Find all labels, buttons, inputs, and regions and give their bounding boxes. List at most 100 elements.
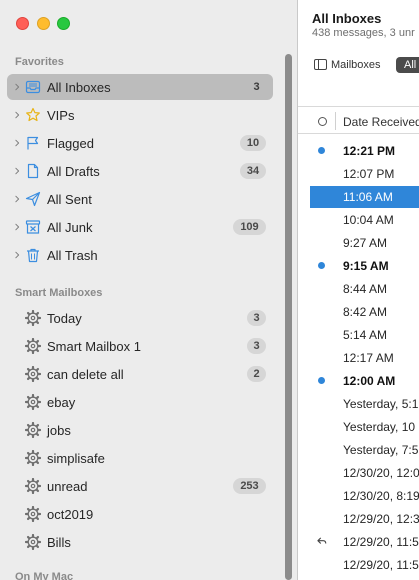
gear-icon [25, 366, 41, 382]
unread-count-badge: 109 [233, 219, 266, 235]
message-row[interactable]: 11:06 AM [310, 186, 419, 208]
gear-icon [25, 450, 41, 466]
smart-mailbox-label: Smart Mailbox 1 [47, 339, 141, 354]
date-received-column-header[interactable]: Date Received [343, 115, 419, 129]
message-row[interactable]: 12:17 AM [310, 347, 419, 369]
inbox-tray-icon [25, 80, 41, 94]
message-row[interactable]: 5:14 AM [310, 324, 419, 346]
sidebar-item-label: All Drafts [47, 164, 100, 179]
smart-mailbox-unread[interactable]: unread 253 [7, 473, 273, 499]
chevron-right-icon [15, 111, 20, 119]
sidebar-item-all-drafts[interactable]: All Drafts 34 [7, 158, 273, 184]
message-row[interactable]: 12/29/20, 12:3 [310, 508, 419, 530]
smart-mailbox-label: can delete all [47, 367, 124, 382]
sidebar-scrollbar[interactable] [285, 54, 292, 580]
message-row[interactable]: 12:21 PM [310, 140, 419, 162]
sidebar-item-label: VIPs [47, 108, 75, 123]
sidebar-item-label: All Inboxes [47, 80, 111, 95]
message-date: 10:04 AM [343, 213, 394, 227]
message-date: 12/30/20, 12:0 [343, 466, 419, 480]
sidebar-item-all-inboxes[interactable]: All Inboxes 3 [7, 74, 273, 100]
message-row[interactable]: 12/30/20, 12:0 [310, 462, 419, 484]
message-row[interactable]: 12/29/20, 11:5 [310, 531, 419, 553]
chevron-right-icon [15, 83, 20, 91]
smart-mailbox-label: unread [47, 479, 88, 494]
mailbox-title: All Inboxes [312, 11, 382, 26]
message-row[interactable]: 12:00 AM [310, 370, 419, 392]
smart-mailbox-today[interactable]: Today 3 [7, 305, 273, 331]
gear-icon [25, 338, 41, 354]
message-date: Yesterday, 7:5 [343, 443, 419, 457]
junk-box-icon [25, 220, 41, 234]
sidebar-item-all-junk[interactable]: All Junk 109 [7, 214, 273, 240]
sidebar-item-vips[interactable]: VIPs [7, 102, 273, 128]
unread-column-icon[interactable] [318, 117, 327, 126]
smart-mailboxes-header[interactable]: Smart Mailboxes [15, 287, 102, 299]
message-date: 12/30/20, 8:19 [343, 489, 419, 503]
gear-icon [25, 506, 41, 522]
message-row[interactable]: 12/30/20, 8:19 [310, 485, 419, 507]
message-date: 12/29/20, 11:5 [343, 535, 419, 549]
message-row[interactable]: Yesterday, 10 [310, 416, 419, 438]
unread-dot-icon [318, 262, 325, 269]
smart-mailbox-simplisafe[interactable]: simplisafe [7, 445, 273, 471]
sidebar-item-all-trash[interactable]: All Trash [7, 242, 273, 268]
unread-count-badge: 3 [253, 81, 260, 93]
sidebar-item-flagged[interactable]: Flagged 10 [7, 130, 273, 156]
sidebar-item-label: Flagged [47, 136, 94, 151]
smart-mailbox-can-delete-all[interactable]: can delete all 2 [7, 361, 273, 387]
message-date: 12/29/20, 11:5 [343, 558, 419, 572]
gear-icon [25, 534, 41, 550]
favorites-header[interactable]: Favorites [15, 56, 64, 68]
smart-mailbox-smart-mailbox-1[interactable]: Smart Mailbox 1 3 [7, 333, 273, 359]
column-separator[interactable] [335, 112, 336, 130]
paper-plane-icon [25, 191, 41, 207]
unread-dot-icon [318, 377, 325, 384]
smart-mailbox-label: ebay [47, 395, 76, 410]
message-row[interactable]: 8:44 AM [310, 278, 419, 300]
message-date: 12:00 AM [343, 374, 396, 388]
all-filter-button[interactable]: All [396, 57, 419, 73]
message-date: Yesterday, 10 [343, 420, 416, 434]
chevron-right-icon [15, 195, 20, 203]
sidebar-item-label: All Trash [47, 248, 98, 263]
sidebar-icon [314, 59, 327, 70]
message-date: 12:07 PM [343, 167, 395, 181]
message-row[interactable]: Yesterday, 5:1 [310, 393, 419, 415]
unread-count-badge: 34 [240, 163, 266, 179]
close-window-button[interactable] [16, 17, 29, 30]
smart-mailbox-label: jobs [47, 423, 71, 438]
gear-icon [25, 478, 41, 494]
mailboxes-button-label: Mailboxes [331, 59, 381, 71]
chevron-right-icon [15, 251, 20, 259]
zoom-window-button[interactable] [57, 17, 70, 30]
smart-mailbox-oct2019[interactable]: oct2019 [7, 501, 273, 527]
on-my-mac-header[interactable]: On My Mac [15, 571, 73, 580]
message-row[interactable]: 10:04 AM [310, 209, 419, 231]
message-row[interactable]: 12/29/20, 11:5 [310, 554, 419, 576]
minimize-window-button[interactable] [37, 17, 50, 30]
smart-mailbox-ebay[interactable]: ebay [7, 389, 273, 415]
message-row[interactable]: 9:27 AM [310, 232, 419, 254]
smart-mailbox-label: Today [47, 311, 82, 326]
message-date: 12/29/20, 12:3 [343, 512, 419, 526]
sidebar-item-all-sent[interactable]: All Sent [7, 186, 273, 212]
message-row[interactable]: Yesterday, 7:5 [310, 439, 419, 461]
smart-mailbox-bills[interactable]: Bills [7, 529, 273, 555]
unread-count-badge: 253 [233, 478, 266, 494]
sidebar-item-label: All Junk [47, 220, 93, 235]
message-row[interactable]: 12:07 PM [310, 163, 419, 185]
message-row[interactable]: 8:42 AM [310, 301, 419, 323]
message-row[interactable]: 9:15 AM [310, 255, 419, 277]
sidebar-item-label: All Sent [47, 192, 92, 207]
message-date: 8:42 AM [343, 305, 388, 319]
sidebar: Favorites All Inboxes 3 VIPs Flagged 10 All D… [0, 0, 297, 580]
chevron-right-icon [15, 223, 20, 231]
smart-mailbox-jobs[interactable]: jobs [7, 417, 273, 443]
message-date: 12:21 PM [343, 144, 396, 158]
message-date: 11:06 AM [343, 190, 393, 204]
unread-count-badge: 10 [240, 135, 266, 151]
chevron-right-icon [15, 167, 20, 175]
chevron-right-icon [15, 139, 20, 147]
reply-arrow-icon [317, 537, 327, 544]
